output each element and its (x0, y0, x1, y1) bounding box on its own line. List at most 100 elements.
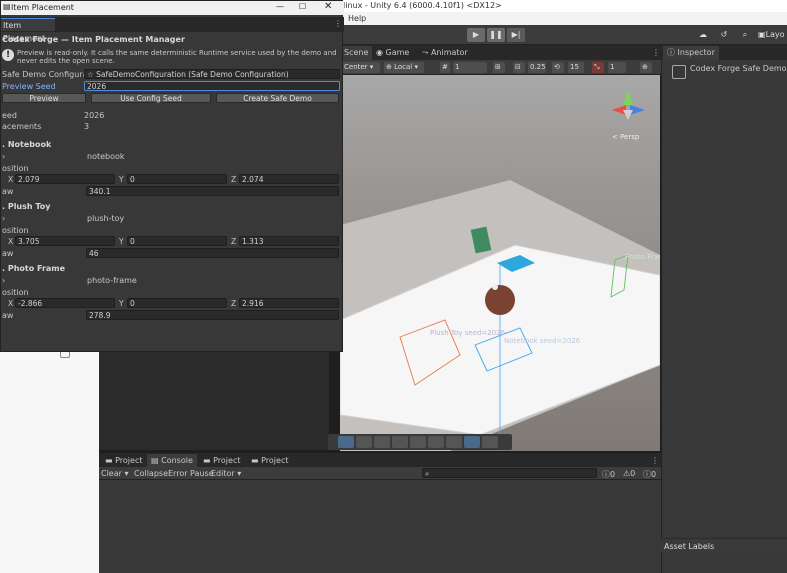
axis-x-label: X (8, 299, 14, 308)
space-dropdown[interactable]: ⊕ Local ▾ (384, 62, 424, 73)
scene-render: Plush Toy seed=2026 Notebook seed=2026 P… (339, 90, 665, 451)
play-button[interactable]: ▶ (467, 28, 485, 42)
console-toolbar: Clear ▾ Collapse Error Pause Editor ▾ ⌕ … (99, 467, 661, 480)
position-y-field[interactable]: 0 (127, 174, 227, 184)
custom-tool-icon[interactable] (428, 436, 444, 448)
axis-x-label: X (8, 237, 14, 246)
error-pause-button[interactable]: Error Pause (168, 469, 214, 478)
tab-game[interactable]: ◉ Game (372, 46, 413, 60)
move-tool-icon[interactable] (338, 436, 354, 448)
item-foldout[interactable]: › (2, 276, 5, 285)
snap-icon[interactable]: ⊞ (493, 62, 505, 73)
extra-tool-icon[interactable] (482, 436, 498, 448)
scale-snap-icon[interactable]: ⤡ (592, 62, 604, 73)
cloud-button[interactable]: ☁ (696, 28, 710, 42)
position-x-field[interactable]: -2.866 (15, 298, 115, 308)
item-header: . Photo Frame (2, 264, 66, 273)
scale-value[interactable]: 1 (608, 62, 626, 73)
placements-value: 3 (84, 122, 90, 131)
yaw-label: aw (2, 249, 14, 258)
view-tool-icon[interactable] (446, 436, 462, 448)
layout-dropdown[interactable]: ▣Layo (758, 28, 787, 42)
scene-gizmo-icon[interactable] (612, 90, 645, 120)
axis-x-label: X (8, 175, 14, 184)
window-icon: ▤ (3, 2, 11, 11)
config-field[interactable]: ☆ SafeDemoConfiguration (Safe Demo Confi… (84, 69, 340, 79)
console-menu-icon[interactable]: ⋮ (647, 454, 663, 468)
history-button[interactable]: ↺ (717, 28, 731, 42)
tab-scene[interactable]: Scene (340, 46, 373, 60)
position-z-field[interactable]: 2.074 (239, 174, 339, 184)
position-x-field[interactable]: 3.705 (15, 236, 115, 246)
yaw-field[interactable]: 46 (86, 248, 339, 258)
ip-menu-icon[interactable]: ⋮ (334, 19, 342, 28)
transform-tool-icon[interactable] (410, 436, 426, 448)
use-config-seed-button[interactable]: Use Config Seed (91, 93, 211, 103)
play-icon: ▶ (472, 30, 480, 39)
snap-move-icon[interactable]: ⊟ (513, 62, 525, 73)
position-x-field[interactable]: 2.079 (15, 174, 115, 184)
tab-animator[interactable]: ⤳ Animator (418, 46, 472, 60)
ip-window-title: Item Placement (11, 3, 74, 12)
grid-icon[interactable]: # (440, 62, 450, 73)
rotate-snap-icon[interactable]: ⟲ (552, 62, 564, 73)
inspector-tabbar: ⓘ Inspector (661, 45, 787, 60)
seed-input[interactable]: 2026 (84, 81, 340, 91)
editor-dropdown[interactable]: Editor ▾ (211, 469, 241, 478)
console-log[interactable] (99, 480, 661, 573)
item-foldout[interactable]: › (2, 152, 5, 161)
snap-value[interactable]: 0.25 (528, 62, 546, 73)
folder-icon: ▬ (203, 456, 214, 465)
pivot-dropdown[interactable]: Center ▾ (342, 62, 380, 73)
tab-project-1[interactable]: ▬ Project (101, 454, 146, 468)
label-notebook: Notebook seed=2026 (504, 337, 581, 345)
item-foldout[interactable]: › (2, 214, 5, 223)
yaw-field[interactable]: 340.1 (86, 186, 339, 196)
collapse-button[interactable]: Collapse (134, 469, 168, 478)
select-tool-icon[interactable] (464, 436, 480, 448)
clear-button[interactable]: Clear ▾ (101, 469, 128, 478)
warning-count[interactable]: ⚠0 (623, 469, 635, 478)
scale-tool-icon[interactable] (374, 436, 390, 448)
persp-label[interactable]: < Persp (612, 133, 640, 141)
position-z-field[interactable]: 1.313 (239, 236, 339, 246)
position-z-field[interactable]: 2.916 (239, 298, 339, 308)
maximize-icon[interactable]: ☐ (299, 2, 306, 11)
position-y-field[interactable]: 0 (127, 298, 227, 308)
gizmo-icon[interactable]: ⊕ (640, 62, 652, 73)
tab-project-2[interactable]: ▬ Project (199, 454, 244, 468)
console-tabbar: ▬ Project ▤ Console ▬ Project ▬ Project … (99, 453, 663, 468)
info-count[interactable]: ⓘ0 (602, 469, 615, 480)
step-button[interactable]: ▶| (507, 28, 525, 42)
close-icon[interactable]: ✕ (324, 1, 332, 12)
axis-z-label: Z (231, 237, 237, 246)
tab-console[interactable]: ▤ Console (147, 454, 197, 468)
error-count[interactable]: ⓘ0 (643, 469, 656, 480)
tab-project-3[interactable]: ▬ Project (247, 454, 292, 468)
menu-help[interactable]: Help (348, 14, 366, 23)
preview-button[interactable]: Preview (2, 93, 86, 103)
minimize-icon[interactable]: — (276, 2, 284, 11)
rect-tool-icon[interactable] (392, 436, 408, 448)
console-search-input[interactable]: ⌕ (422, 468, 597, 478)
create-safe-demo-button[interactable]: Create Safe Demo (216, 93, 339, 103)
yaw-field[interactable]: 278.9 (86, 310, 339, 320)
pause-button[interactable]: ❚❚ (487, 28, 505, 42)
asset-labels[interactable]: Asset Labels (661, 538, 787, 552)
step-icon: ▶| (511, 30, 521, 39)
position-label: osition (2, 288, 29, 297)
tab-inspector[interactable]: ⓘ Inspector (663, 46, 719, 60)
position-y-field[interactable]: 0 (127, 236, 227, 246)
yaw-label: aw (2, 187, 14, 196)
scene-view[interactable]: Plush Toy seed=2026 Notebook seed=2026 P… (339, 75, 665, 451)
rotate-tool-icon[interactable] (356, 436, 372, 448)
tab-item-placement[interactable]: Item Placement (1, 18, 55, 43)
ip-titlebar: ▤ Item Placement — ☐ ✕ (1, 1, 344, 15)
search-button[interactable]: ⌕ (738, 28, 752, 42)
item-header: . Notebook (2, 140, 52, 149)
grid-size[interactable]: 1 (453, 62, 487, 73)
angle-value[interactable]: 15 (568, 62, 584, 73)
console-icon: ▤ (151, 456, 162, 465)
game-icon: ◉ (376, 48, 386, 57)
unity-title-text: linux - Unity 6.4 (6000.4.10f1) <DX12> (343, 1, 502, 10)
